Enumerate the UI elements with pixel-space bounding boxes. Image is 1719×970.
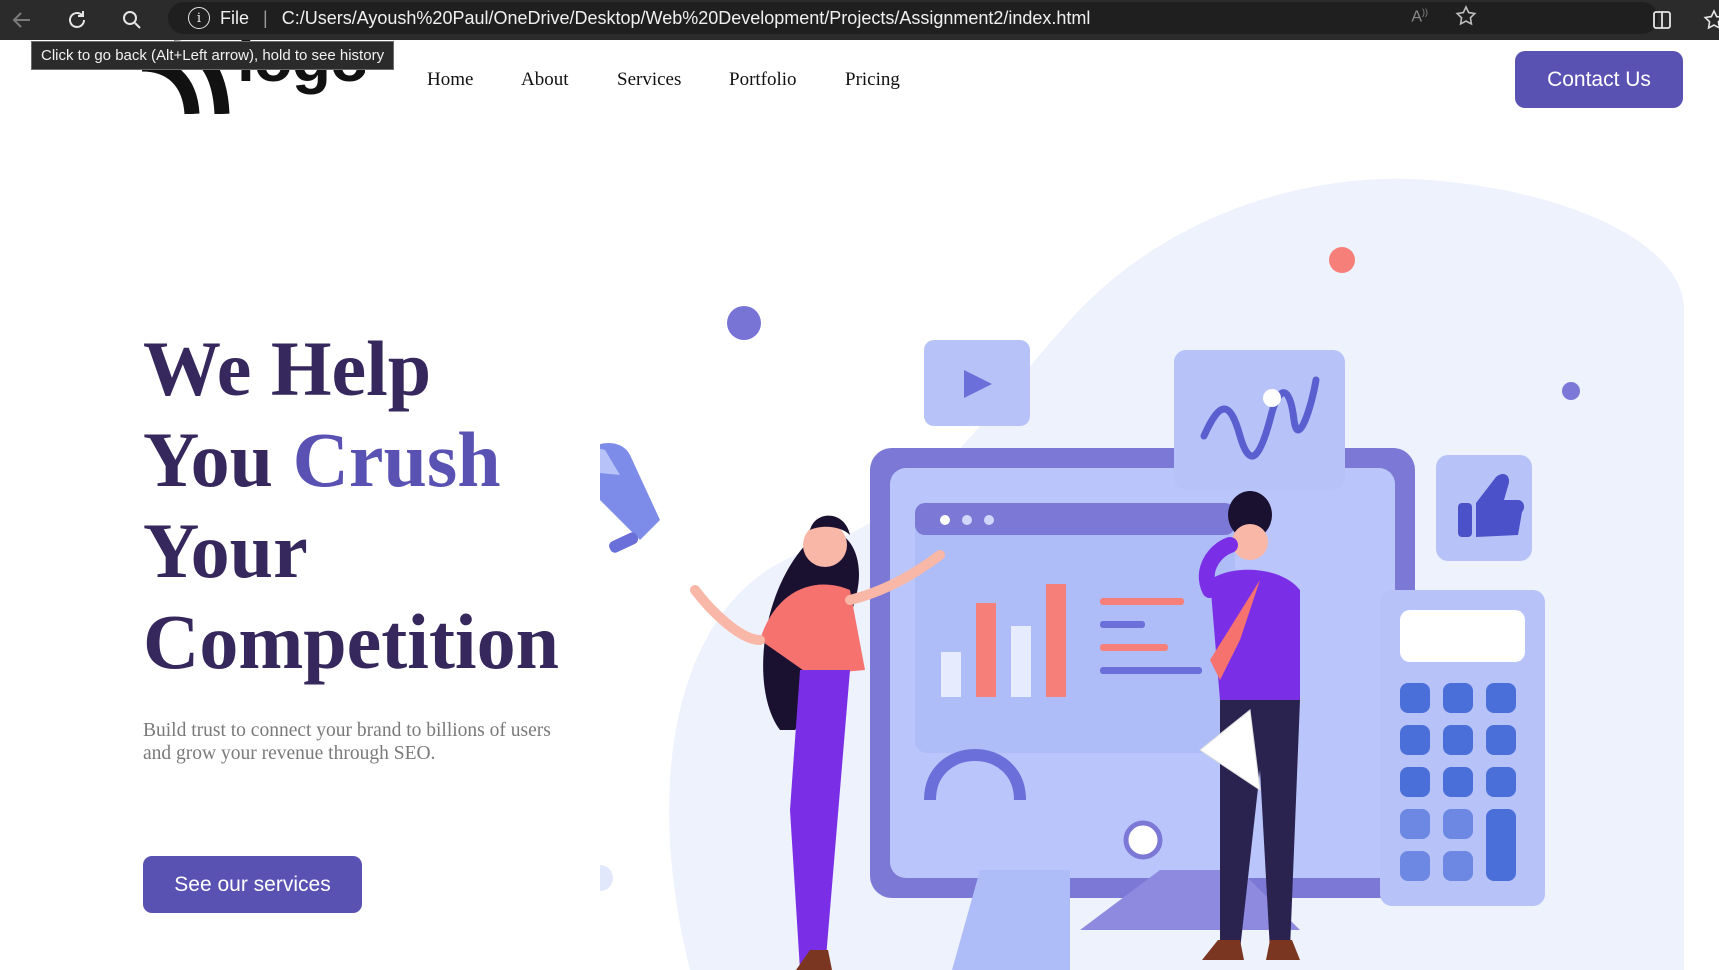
back-button-tooltip: Click to go back (Alt+Left arrow), hold … <box>31 41 395 70</box>
search-icon[interactable] <box>118 6 146 34</box>
nav-link-pricing[interactable]: Pricing <box>845 69 900 91</box>
dot-purple <box>727 306 761 340</box>
url-text[interactable]: C:/Users/Ayoush%20Paul/OneDrive/Desktop/… <box>282 8 1091 29</box>
hero-title-line2: You <box>143 416 293 503</box>
nav-link-portfolio[interactable]: Portfolio <box>729 69 797 91</box>
hero-title-line4: Competition <box>143 598 559 685</box>
favorites-icon[interactable] <box>1700 6 1719 34</box>
address-bar[interactable]: i File | C:/Users/Ayoush%20Paul/OneDrive… <box>168 2 1658 34</box>
hero-title-line1: We Help <box>143 325 432 412</box>
hero-title-accent: Crush <box>292 416 501 503</box>
hero-title-line3: Your <box>143 507 308 594</box>
dashboard-panel <box>915 503 1235 753</box>
nav-link-services[interactable]: Services <box>617 69 681 91</box>
address-separator: | <box>263 7 268 28</box>
like-card <box>1436 455 1532 561</box>
video-card <box>924 340 1030 426</box>
refresh-icon[interactable] <box>63 6 91 34</box>
hero-subtitle: Build trust to connect your brand to bil… <box>143 720 551 764</box>
hero-illustration <box>600 178 1684 970</box>
dot-small <box>1562 382 1580 400</box>
nav-link-about[interactable]: About <box>521 69 569 91</box>
address-prefix: File <box>220 7 250 28</box>
analytics-card <box>1174 350 1345 490</box>
calculator <box>1380 590 1545 906</box>
nav-link-home[interactable]: Home <box>427 69 473 91</box>
megaphone <box>600 443 660 553</box>
browser-toolbar: i File | C:/Users/Ayoush%20Paul/OneDrive… <box>0 0 1719 40</box>
back-arrow-icon[interactable] <box>8 6 36 34</box>
see-services-button[interactable]: See our services <box>143 856 362 913</box>
dot-coral <box>1329 247 1355 273</box>
favorite-star-icon[interactable] <box>1454 4 1478 28</box>
info-icon[interactable]: i <box>188 7 210 29</box>
split-screen-icon[interactable] <box>1648 6 1676 34</box>
read-aloud-icon[interactable]: A)) <box>1411 7 1428 26</box>
contact-us-button[interactable]: Contact Us <box>1515 51 1683 108</box>
dot-light <box>600 865 613 891</box>
